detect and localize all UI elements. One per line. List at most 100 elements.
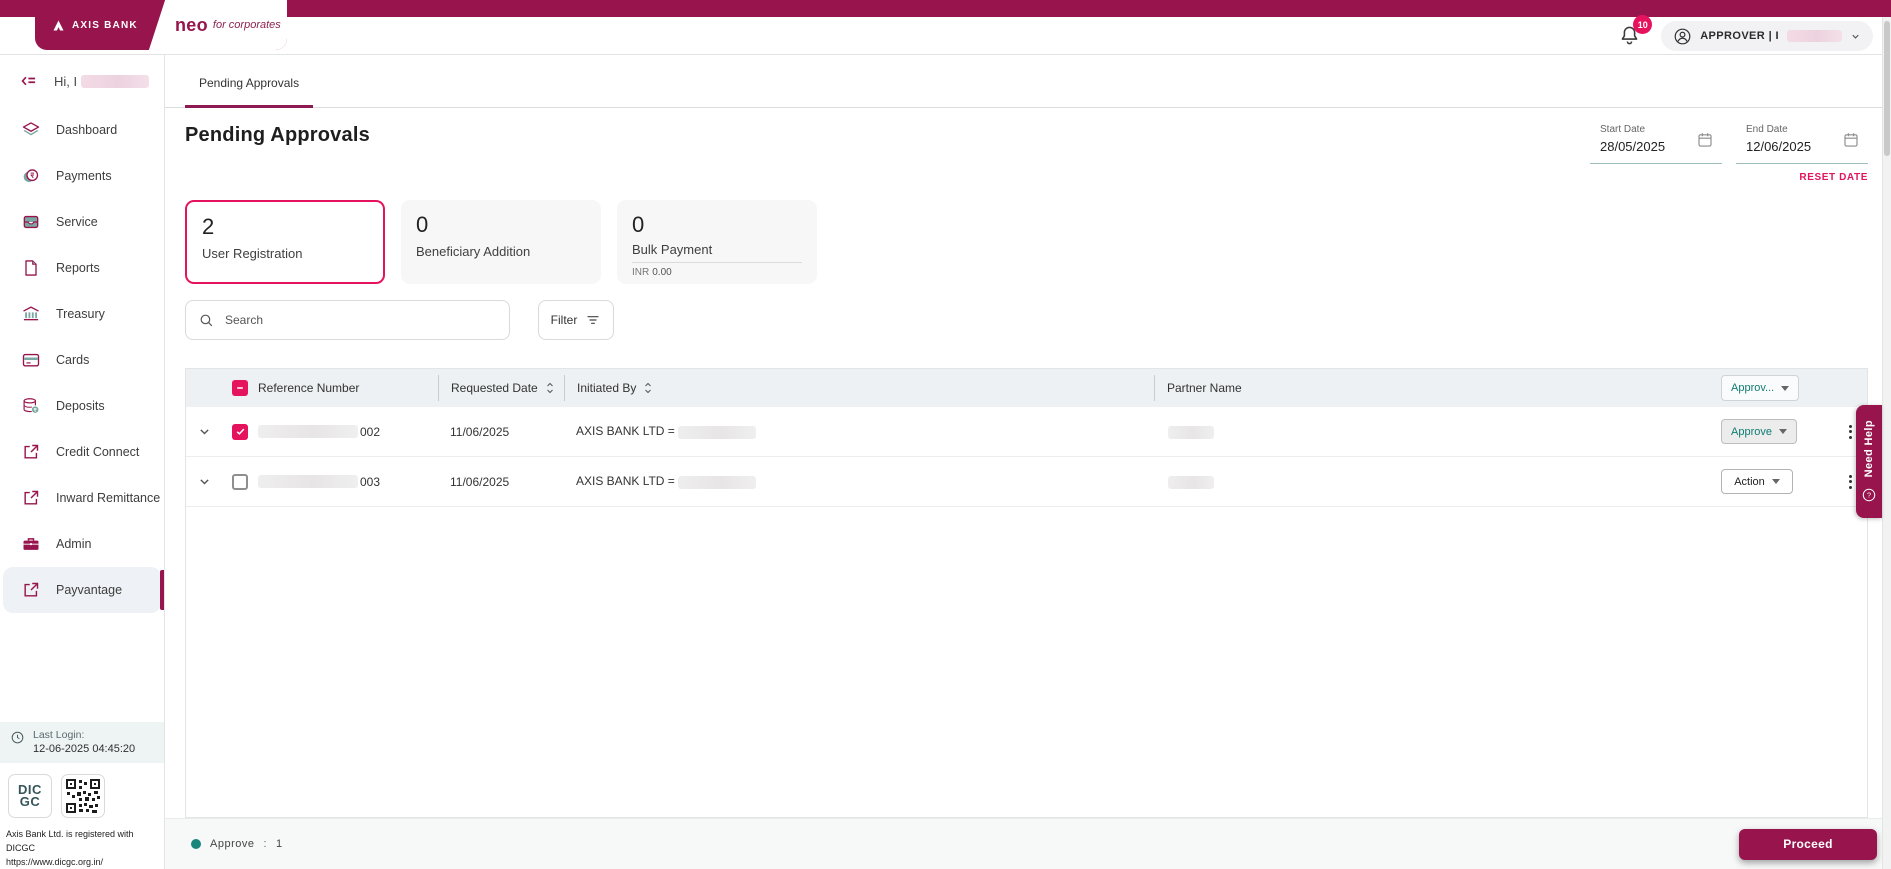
table-header: Reference Number Requested Date Initiate… xyxy=(186,369,1867,407)
need-help-tab[interactable]: Need Help ? xyxy=(1856,405,1882,518)
sidebar-item-reports[interactable]: Reports xyxy=(3,245,161,291)
chevron-down-icon xyxy=(198,425,211,438)
calendar-icon[interactable] xyxy=(1696,131,1714,149)
status-label: Approve xyxy=(210,838,255,850)
brand-flag: AXIS BANK neo for corporates xyxy=(35,0,287,50)
bank-name: AXIS BANK xyxy=(72,19,138,31)
sidebar-item-inward-remittance[interactable]: Inward Remittance xyxy=(3,475,161,521)
bulk-action-label: Approv... xyxy=(1731,382,1775,394)
end-date-field[interactable]: End Date 12/06/2025 xyxy=(1736,118,1868,164)
partner-name-cell xyxy=(1154,424,1721,439)
status-count: 1 xyxy=(276,838,283,850)
sidebar-item-payvantage[interactable]: Payvantage xyxy=(3,567,164,613)
reference-suffix: 002 xyxy=(360,424,381,439)
status-separator: : xyxy=(263,838,268,850)
table-row: 002 11/06/2025 AXIS BANK LTD = Approve xyxy=(186,407,1867,457)
bulk-action-dropdown[interactable]: Approv... xyxy=(1721,375,1800,401)
sidebar-item-label: Dashboard xyxy=(56,123,118,137)
sort-icon[interactable] xyxy=(642,381,654,395)
redacted-initiated-by xyxy=(678,425,757,439)
card-icon xyxy=(21,350,41,370)
card-bulk-payment[interactable]: 0 Bulk Payment INR 0.00 xyxy=(617,200,817,284)
sidebar-item-label: Deposits xyxy=(56,399,105,413)
sidebar-item-label: Reports xyxy=(56,261,100,275)
collapse-sidebar-icon xyxy=(21,76,36,86)
sidebar-item-cards[interactable]: Cards xyxy=(3,337,161,383)
row-action-label: Action xyxy=(1734,475,1765,488)
dropdown-caret-icon xyxy=(1771,479,1780,488)
sidebar-item-deposits[interactable]: Deposits xyxy=(3,383,161,429)
app-root: AXIS BANK neo for corporates 10 APPROVER… xyxy=(0,0,1891,869)
scrollbar-thumb[interactable] xyxy=(1884,21,1890,156)
row-action-dropdown[interactable]: Approve xyxy=(1721,419,1797,444)
sidebar-nav: Dashboard Payments Service Reports Treasury C… xyxy=(0,107,164,613)
card-count: 2 xyxy=(202,214,215,239)
tab-pending-approvals[interactable]: Pending Approvals xyxy=(185,76,314,108)
search-input[interactable] xyxy=(225,313,497,327)
initiated-by-prefix: AXIS BANK LTD = xyxy=(576,424,675,439)
reference-number-cell: 003 xyxy=(258,475,438,489)
sidebar-item-label: Service xyxy=(56,215,98,229)
col-requested-date[interactable]: Requested Date xyxy=(438,375,564,401)
filter-button[interactable]: Filter xyxy=(538,300,614,340)
card-count: 0 xyxy=(632,212,645,237)
page-scrollbar[interactable] xyxy=(1882,17,1891,869)
axis-bank-logo: AXIS BANK xyxy=(51,0,138,50)
filter-label: Filter xyxy=(550,313,578,327)
sidebar-item-payments[interactable]: Payments xyxy=(3,153,161,199)
sidebar-item-label: Treasury xyxy=(56,307,105,321)
select-all-checkbox[interactable] xyxy=(232,380,248,396)
row-checkbox[interactable] xyxy=(232,473,248,490)
sidebar-item-label: Payvantage xyxy=(56,583,123,597)
redacted-greeting-name xyxy=(81,74,150,88)
requested-date-cell: 11/06/2025 xyxy=(450,424,510,439)
col-initiated-by[interactable]: Initiated By xyxy=(564,375,1154,401)
sidebar-item-dashboard[interactable]: Dashboard xyxy=(3,107,161,153)
product-suffix: for corporates xyxy=(212,19,281,31)
proceed-button[interactable]: Proceed xyxy=(1739,828,1877,860)
start-date-field[interactable]: Start Date 28/05/2025 xyxy=(1590,118,1722,164)
card-sub-amount: 0.00 xyxy=(652,267,672,278)
redacted-reference xyxy=(258,475,358,488)
deposits-icon xyxy=(21,396,41,416)
qr-code-icon xyxy=(65,778,101,814)
sidebar-item-admin[interactable]: Admin xyxy=(3,521,161,567)
sidebar-item-service[interactable]: Service xyxy=(3,199,161,245)
card-count: 0 xyxy=(416,212,429,237)
notifications-button[interactable]: 10 xyxy=(1617,15,1653,49)
redacted-initiated-by xyxy=(678,475,757,489)
row-expand-button[interactable] xyxy=(186,425,222,438)
approvals-table: Reference Number Requested Date Initiate… xyxy=(185,368,1868,818)
search-box[interactable] xyxy=(185,300,510,340)
card-user-registration[interactable]: 2 User Registration xyxy=(185,200,385,284)
card-sub-currency: INR xyxy=(632,267,650,278)
dropdown-caret-icon xyxy=(1778,429,1787,438)
dicgc-fineprint: Axis Bank Ltd. is registered with DICGC … xyxy=(0,818,164,869)
col-partner-name: Partner Name xyxy=(1154,375,1721,401)
indeterminate-icon xyxy=(237,387,243,389)
sidebar-item-label: Admin xyxy=(56,537,92,551)
card-label: Beneficiary Addition xyxy=(416,244,531,259)
dicgc-logo: DIC GC xyxy=(8,774,52,818)
user-role-label: APPROVER | I xyxy=(1700,30,1779,42)
row-action-dropdown[interactable]: Action xyxy=(1721,469,1793,494)
chevron-down-icon xyxy=(1852,34,1859,39)
bottom-action-bar: Approve : 1 Proceed xyxy=(165,818,1891,869)
reference-suffix: 003 xyxy=(360,474,381,489)
sort-icon[interactable] xyxy=(544,381,556,395)
help-question-icon: ? xyxy=(1862,488,1876,501)
sidebar-item-treasury[interactable]: Treasury xyxy=(3,291,161,337)
inbox-icon xyxy=(21,212,41,232)
user-menu[interactable]: APPROVER | I xyxy=(1661,21,1873,51)
redacted-user-name xyxy=(1787,30,1842,42)
row-expand-button[interactable] xyxy=(186,475,222,488)
sidebar-collapse-button[interactable] xyxy=(18,71,38,91)
filter-icon xyxy=(587,316,599,324)
card-beneficiary-addition[interactable]: 0 Beneficiary Addition xyxy=(401,200,601,284)
col-reference-number: Reference Number xyxy=(258,381,360,395)
row-checkbox[interactable] xyxy=(232,423,248,440)
calendar-icon[interactable] xyxy=(1842,131,1860,149)
dicgc-line2: GC xyxy=(19,794,41,809)
sidebar-item-credit-connect[interactable]: Credit Connect xyxy=(3,429,161,475)
reset-date-button[interactable]: RESET DATE xyxy=(1590,172,1868,183)
